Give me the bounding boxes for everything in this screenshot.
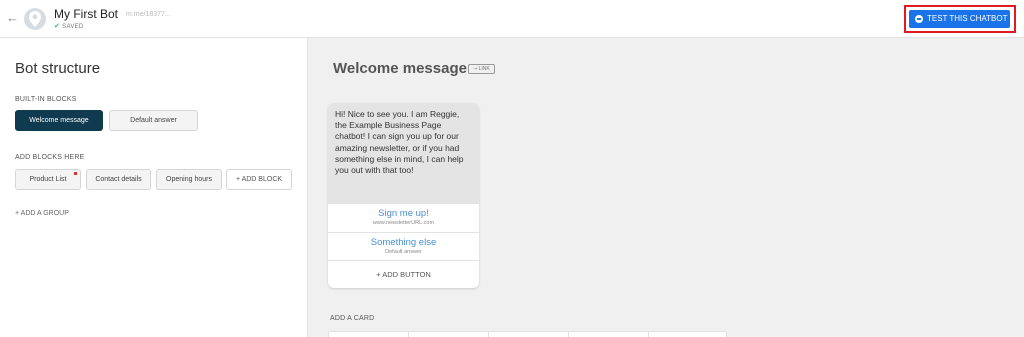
messenger-icon: [915, 15, 923, 23]
message-text[interactable]: Hi! Nice to see you. I am Reggie, the Ex…: [328, 103, 479, 203]
link-icon: ⇢: [473, 66, 478, 72]
add-card-heading: ADD A CARD: [330, 315, 375, 322]
add-button[interactable]: + ADD BUTTON: [328, 260, 479, 288]
block-opening-hours[interactable]: Opening hours: [156, 169, 222, 190]
add-block-button[interactable]: + ADD BLOCK: [226, 169, 292, 190]
block-contact-details[interactable]: Contact details: [86, 169, 151, 190]
test-chatbot-button[interactable]: TEST THIS CHATBOT: [909, 10, 1010, 28]
back-arrow-icon[interactable]: ←: [6, 11, 19, 25]
button-title: Something else: [370, 237, 437, 248]
location-pin-icon: [29, 11, 41, 27]
divider: [488, 332, 489, 337]
block-title: Welcome message: [333, 60, 467, 77]
add-group-button[interactable]: + ADD A GROUP: [15, 210, 69, 217]
block-product-list-label: Product List: [29, 176, 67, 183]
top-header: ← My First Bot ✔ SAVED m.me/18377... TEST…: [0, 0, 1024, 38]
divider: [648, 332, 649, 337]
bot-structure-panel: Bot structure BUILT-IN BLOCKS Welcome me…: [0, 38, 308, 337]
add-blocks-heading: ADD BLOCKS HERE: [15, 154, 85, 161]
unsaved-indicator: [74, 172, 77, 175]
divider: [408, 332, 409, 337]
divider: [568, 332, 569, 337]
panel-title: Bot structure: [15, 60, 101, 77]
message-card: Hi! Nice to see you. I am Reggie, the Ex…: [328, 103, 479, 288]
bot-url[interactable]: m.me/18377...: [126, 11, 171, 18]
button-subtitle: www.newsletterURL.com: [372, 220, 435, 226]
link-button[interactable]: ⇢ LINK: [468, 64, 495, 74]
bot-name[interactable]: My First Bot: [54, 7, 118, 21]
button-subtitle: Default answer: [385, 249, 422, 255]
saved-status: ✔ SAVED: [54, 22, 84, 30]
block-default-answer[interactable]: Default answer: [109, 110, 198, 131]
link-label: LINK: [478, 66, 490, 72]
quick-button-something-else[interactable]: Something else Default answer: [328, 232, 479, 261]
block-product-list[interactable]: Product List: [15, 169, 81, 190]
quick-button-sign-up[interactable]: Sign me up! www.newsletterURL.com: [328, 203, 479, 232]
builtin-blocks-heading: BUILT-IN BLOCKS: [15, 96, 77, 103]
check-icon: ✔: [54, 23, 61, 30]
bot-avatar: [24, 8, 46, 30]
saved-label: SAVED: [62, 24, 84, 30]
card-type-options[interactable]: [328, 331, 727, 337]
test-chatbot-label: TEST THIS CHATBOT: [927, 14, 1008, 23]
button-title: Sign me up!: [378, 208, 429, 219]
block-welcome-message[interactable]: Welcome message: [15, 110, 103, 131]
